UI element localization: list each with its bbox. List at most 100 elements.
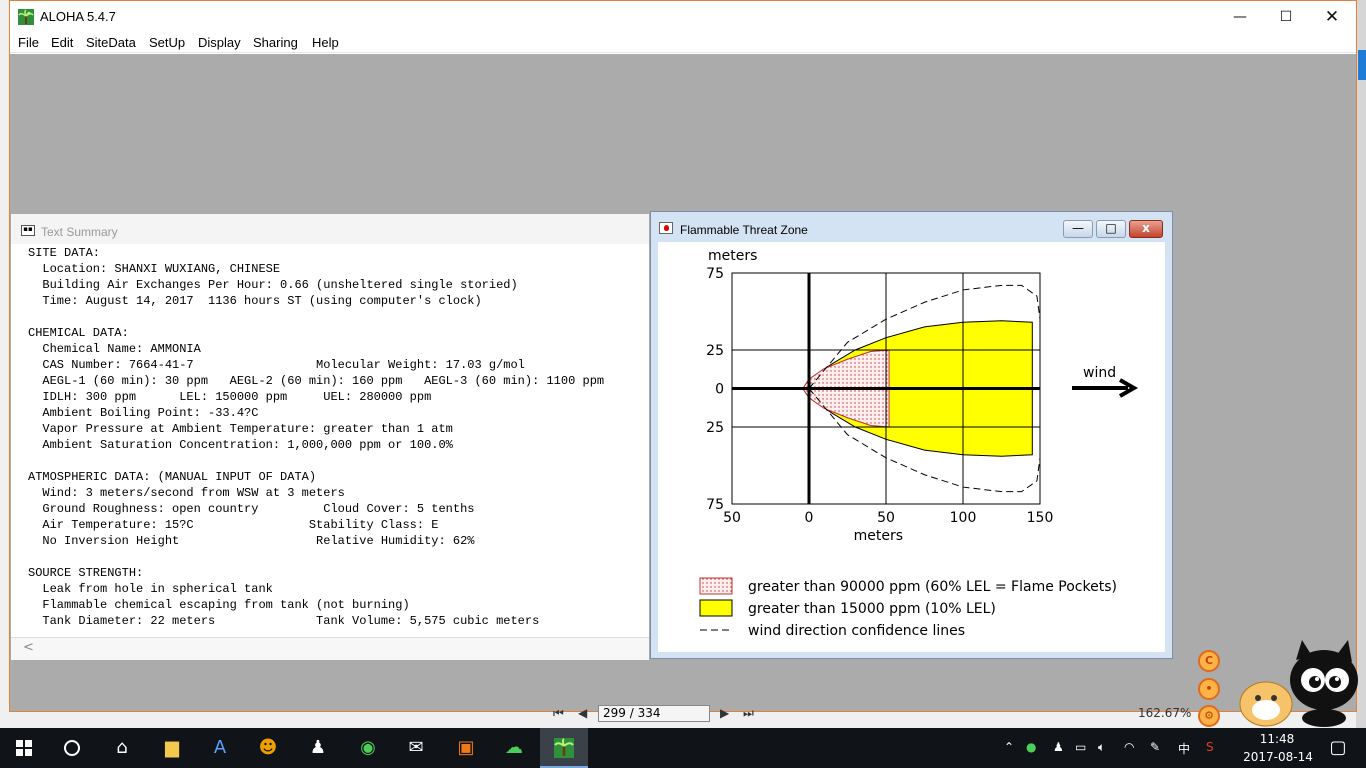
menu-help[interactable]: Help (312, 35, 339, 50)
home-icon[interactable]: ⌂ (106, 732, 138, 764)
x-tick-label: 50 (877, 510, 895, 526)
threat-zone-window: Flammable Threat Zone — □ x 50 0 50 100 150 7… (650, 211, 1173, 659)
summary-line: Ground Roughness: open country Cloud Cov… (28, 502, 475, 516)
menu-display[interactable]: Display (198, 35, 241, 50)
font-app-icon[interactable]: A (204, 732, 236, 764)
zoom-level[interactable]: 162.67% (1138, 706, 1191, 720)
prev-page-icon[interactable]: ◀ (578, 706, 587, 720)
pdf-app-icon[interactable]: ▣ (450, 732, 482, 764)
tray-volume-icon[interactable]: 🔈︎ (1098, 740, 1105, 755)
y-tick-label: 0 (715, 382, 724, 398)
x-tick-label: 0 (805, 510, 814, 526)
tray-network-icon[interactable]: ◠ (1124, 740, 1134, 754)
tray-pen-icon[interactable]: ✎ (1150, 740, 1160, 754)
text-summary-title: Text Summary (41, 225, 118, 239)
summary-line: Leak from hole in spherical tank (28, 582, 273, 596)
y-tick-label: 75 (706, 266, 724, 282)
minimize-button[interactable]: — (1217, 1, 1263, 33)
summary-line: Vapor Pressure at Ambient Temperature: g… (28, 422, 453, 436)
wechat-icon[interactable]: ☁ (498, 732, 530, 764)
taskbar: ⌂ ▆ A ☻ ♟ ◉ ✉ ▣ ☁ ⌃ ● ♟ ▭ 🔈︎ ◠ ✎ 中 S 11:… (0, 728, 1366, 768)
assistant-gear-icon[interactable]: ⚙ (1198, 705, 1220, 727)
assistant-c-icon[interactable]: C (1198, 650, 1220, 672)
tray-sogou-icon[interactable]: S (1206, 740, 1214, 754)
y-tick-label: 25 (706, 420, 724, 436)
menu-setup[interactable]: SetUp (149, 35, 185, 50)
y-tick-label: 25 (706, 343, 724, 359)
legend-label: greater than 90000 ppm (60% LEL = Flame … (748, 579, 1117, 595)
qq-icon[interactable]: ♟ (302, 732, 334, 764)
summary-line: Ambient Saturation Concentration: 1,000,… (28, 438, 453, 452)
assistant-face-icon[interactable]: • (1198, 678, 1220, 700)
y-axis-label: meters (708, 248, 757, 264)
clock-date[interactable]: 2017-08-14 (1238, 750, 1318, 764)
summary-line: SITE DATA: (28, 246, 101, 260)
windows-start-icon[interactable] (8, 732, 40, 764)
last-page-icon[interactable]: ⏭ (743, 706, 754, 721)
summary-line (28, 453, 650, 469)
mail-icon[interactable]: ✉ (400, 732, 432, 764)
summary-line: Flammable chemical escaping from tank (n… (28, 598, 410, 612)
legend-swatch-flame-pockets (699, 577, 733, 595)
page-number-field[interactable]: 299 / 334 (598, 705, 710, 722)
maximize-button[interactable]: ☐ (1263, 1, 1309, 33)
summary-line: Location: SHANXI WUXIANG, CHINESE (28, 262, 281, 276)
summary-line: Ambient Boiling Point: -33.4?C (28, 406, 259, 420)
summary-line: CAS Number: 7664-41-7 Molecular Weight: … (28, 358, 525, 372)
aloha-taskbar-icon[interactable] (548, 732, 580, 764)
mascot-cat-icon[interactable] (1236, 636, 1360, 728)
threat-zone-restore-button[interactable]: □ (1096, 220, 1126, 238)
desktop-accent (1358, 50, 1366, 80)
x-tick-label: 150 (1027, 510, 1054, 526)
summary-line: Tank Diameter: 22 meters Tank Volume: 5,… (28, 614, 540, 628)
legend-label: greater than 15000 ppm (10% LEL) (748, 601, 996, 617)
menu-sharing[interactable]: Sharing (253, 35, 298, 50)
summary-line: AEGL-1 (60 min): 30 ppm AEGL-2 (60 min):… (28, 374, 605, 388)
flame-icon (659, 222, 673, 234)
menu-sitedata[interactable]: SiteData (86, 35, 136, 50)
menu-edit[interactable]: Edit (51, 35, 73, 50)
animal-app-icon[interactable]: ☻ (252, 732, 284, 764)
cortana-search-icon[interactable] (56, 732, 88, 764)
clock-time[interactable]: 11:48 (1252, 732, 1302, 746)
horizontal-scrollbar[interactable]: < (11, 637, 649, 660)
tray-wechat-icon[interactable]: ● (1026, 740, 1036, 754)
threat-zone-minimize-button[interactable]: — (1063, 220, 1093, 238)
summary-line: Building Air Exchanges Per Hour: 0.66 (u… (28, 278, 518, 292)
tray-battery-icon[interactable]: ▭ (1075, 740, 1086, 754)
threat-zone-close-button[interactable]: x (1129, 220, 1163, 238)
y-tick-label: 75 (706, 497, 724, 513)
x-axis-label: meters (854, 528, 903, 544)
text-summary-icon: ▪▪ (21, 225, 35, 236)
text-summary-body[interactable]: SITE DATA: Location: SHANXI WUXIANG, CHI… (28, 245, 650, 637)
mdi-workspace: ▪▪ Text Summary SITE DATA: Location: SHA… (10, 54, 1356, 711)
tray-qq-icon[interactable]: ♟ (1053, 740, 1064, 754)
summary-line: IDLH: 300 ppm LEL: 150000 ppm UEL: 28000… (28, 390, 432, 404)
summary-line: No Inversion Height Relative Humidity: 6… (28, 534, 475, 548)
file-explorer-icon[interactable]: ▆ (156, 732, 188, 764)
summary-line: Air Temperature: 15?C Stability Class: E (28, 518, 439, 532)
first-page-icon[interactable]: ⏮ (553, 706, 564, 721)
summary-line: SOURCE STRENGTH: (28, 566, 144, 580)
aloha-main-window: ALOHA 5.4.7 — ☐ ✕ File Edit SiteData Set… (9, 0, 1357, 712)
scroll-left-arrow-icon[interactable]: < (23, 640, 34, 655)
tray-expand-icon[interactable]: ⌃ (1004, 740, 1014, 754)
notification-center-icon[interactable]: ▢ (1322, 732, 1354, 764)
window-title: ALOHA 5.4.7 (40, 9, 116, 24)
x-tick-label: 50 (723, 510, 741, 526)
threat-zone-chart: 50 0 50 100 150 75 25 0 25 75 meters meters wind grea… (699, 248, 1139, 639)
title-bar[interactable]: ALOHA 5.4.7 — ☐ ✕ (10, 1, 1356, 33)
summary-line: Wind: 3 meters/second from WSW at 3 mete… (28, 486, 345, 500)
menu-file[interactable]: File (18, 35, 39, 50)
next-page-icon[interactable]: ▶ (720, 706, 729, 720)
text-summary-titlebar[interactable]: ▪▪ Text Summary (11, 214, 649, 244)
threat-zone-titlebar[interactable]: Flammable Threat Zone — □ x (651, 212, 1172, 240)
summary-line: ATMOSPHERIC DATA: (MANUAL INPUT OF DATA) (28, 470, 317, 484)
threat-zone-title: Flammable Threat Zone (680, 223, 808, 237)
summary-line (28, 549, 650, 565)
input-method-indicator[interactable]: 中 (1178, 740, 1190, 757)
close-button[interactable]: ✕ (1309, 1, 1355, 33)
refresh-app-icon[interactable]: ◉ (352, 732, 384, 764)
legend-swatch-lel (699, 599, 733, 617)
x-tick-label: 100 (950, 510, 977, 526)
